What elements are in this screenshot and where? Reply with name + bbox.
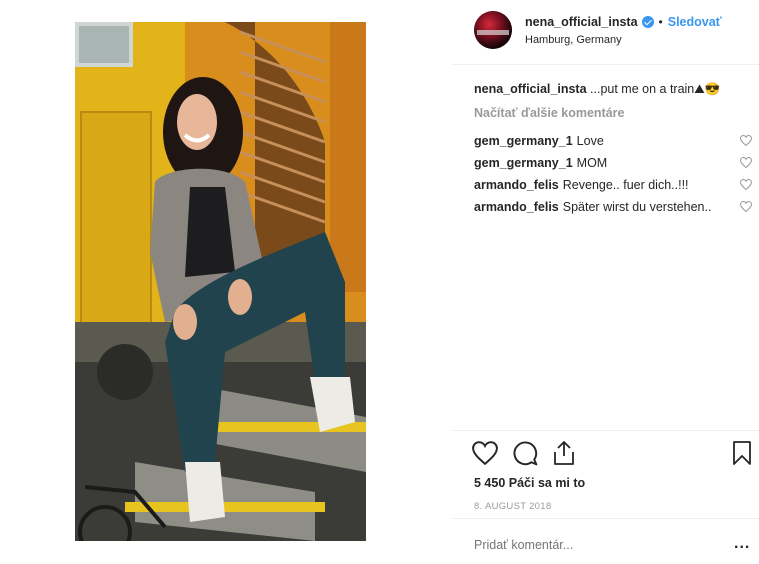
comment-item: gem_germany_1 Love (474, 130, 752, 152)
heart-icon (472, 441, 498, 466)
actions-divider (452, 430, 759, 431)
avatar[interactable] (474, 11, 512, 49)
post-photo[interactable] (75, 22, 366, 541)
header-divider (452, 64, 759, 65)
comment-item: gem_germany_1 MOM (474, 152, 752, 174)
comment-username[interactable]: armando_felis (474, 200, 559, 214)
avatar-logo-strip (477, 30, 509, 35)
like-button[interactable] (472, 441, 498, 470)
comment-text: Love (576, 134, 604, 148)
more-options-button[interactable]: ... (734, 535, 750, 553)
user-line: nena_official_insta • Sledovať (525, 15, 722, 29)
save-button[interactable] (732, 440, 752, 471)
comment-username[interactable]: armando_felis (474, 178, 559, 192)
share-icon (554, 441, 574, 465)
post-date[interactable]: 8. AUGUST 2018 (474, 501, 551, 512)
likes-count[interactable]: 5 450 Páči sa mi to (474, 476, 585, 490)
comment-text: MOM (576, 156, 608, 170)
header-text: nena_official_insta • Sledovať Hamburg, … (525, 15, 722, 46)
caption: nena_official_insta ...put me on a train… (474, 82, 754, 97)
comment-item: armando_felis Revenge.. fuer dich..!!! (474, 174, 752, 196)
comment-divider (452, 518, 759, 519)
comment-like-heart-icon[interactable] (740, 135, 752, 146)
comment-like-heart-icon[interactable] (740, 179, 752, 190)
comment-item: armando_felis Später wirst du verstehen.… (474, 196, 752, 218)
media-pane (0, 0, 452, 564)
bookmark-icon (733, 441, 751, 465)
caption-username[interactable]: nena_official_insta (474, 82, 587, 96)
comment-username[interactable]: gem_germany_1 (474, 134, 573, 148)
comment-text: Später wirst du verstehen.. (562, 200, 712, 214)
load-more-comments-button[interactable]: Načítať ďalšie komentáre (474, 106, 624, 120)
follow-button[interactable]: Sledovať (668, 15, 722, 29)
post-header: nena_official_insta • Sledovať Hamburg, … (474, 10, 754, 50)
comment-list: gem_germany_1 Love gem_germany_1 MOM arm… (474, 130, 752, 218)
username-link[interactable]: nena_official_insta (525, 15, 638, 29)
post-photo-illustration (75, 22, 366, 541)
comment-username[interactable]: gem_germany_1 (474, 156, 573, 170)
comment-text: Revenge.. fuer dich..!!! (562, 178, 689, 192)
comment-button[interactable] (512, 440, 538, 471)
share-button[interactable] (552, 440, 576, 471)
comment-icon (513, 441, 538, 466)
post-sidebar: nena_official_insta • Sledovať Hamburg, … (452, 0, 759, 564)
caption-text: ...put me on a train (590, 82, 695, 96)
add-comment-input[interactable] (474, 538, 714, 552)
separator-dot: • (658, 14, 663, 29)
comment-like-heart-icon[interactable] (740, 201, 752, 212)
post-actions (472, 440, 590, 471)
comment-like-heart-icon[interactable] (740, 157, 752, 168)
verified-badge-icon (641, 15, 654, 28)
caption-emoji: ⛰😎 (694, 82, 721, 96)
location-link[interactable]: Hamburg, Germany (525, 34, 722, 46)
